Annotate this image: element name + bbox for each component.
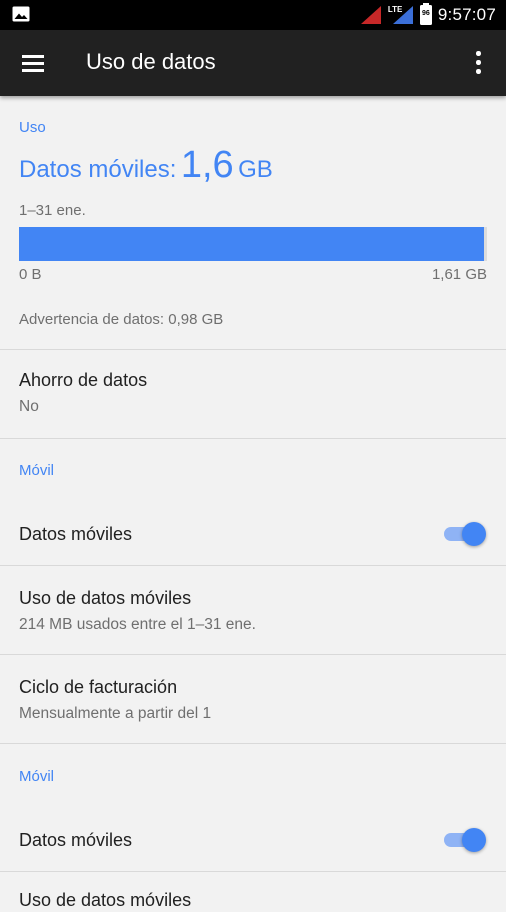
usage-label: Datos móviles: (19, 156, 177, 183)
usage-bar-fill (19, 227, 485, 261)
more-options-icon[interactable] (466, 50, 490, 76)
billing-cycle-title: Ciclo de facturación (19, 677, 178, 697)
section-header-mobile: Móvil (19, 462, 55, 479)
billing-cycle-item[interactable]: Ciclo de facturación Mensualmente a part… (0, 655, 506, 743)
usage-bar-min: 0 B (19, 266, 42, 283)
mobile-data-label: Datos móviles (19, 524, 133, 544)
page-title: Uso de datos (86, 49, 216, 74)
mobile-data-usage-title: Uso de datos móviles (19, 588, 192, 608)
mobile-data-usage-item[interactable]: Uso de datos móviles (0, 872, 506, 912)
data-saver-item[interactable]: Ahorro de datos No (0, 350, 506, 438)
status-bar: LTE 96 9:57:07 (0, 0, 506, 30)
data-saver-value: No (19, 398, 39, 415)
mobile-data-switch[interactable] (442, 522, 486, 546)
usage-unit: GB (238, 156, 273, 183)
divider (0, 438, 506, 439)
data-saver-title: Ahorro de datos (19, 370, 148, 390)
mobile-data-switch[interactable] (442, 828, 486, 852)
battery-level: 96 (421, 10, 430, 17)
usage-summary: Datos móviles: 1,6 GB (19, 144, 273, 187)
mobile-data-toggle-row[interactable]: Datos móviles (0, 810, 506, 870)
section-header-mobile: Móvil (19, 768, 55, 785)
mobile-data-usage-title: Uso de datos móviles (19, 890, 192, 910)
clock: 9:57:07 (437, 5, 496, 24)
image-notification-icon (12, 6, 30, 22)
divider (0, 743, 506, 744)
mobile-data-label: Datos móviles (19, 830, 133, 850)
mobile-data-usage-subtitle: 214 MB usados entre el 1–31 ene. (19, 616, 256, 633)
menu-icon[interactable] (22, 51, 46, 75)
data-warning: Advertencia de datos: 0,98 GB (19, 311, 224, 328)
signal-sim1-icon (360, 6, 381, 24)
network-type-label: LTE (387, 5, 403, 14)
section-header-usage: Uso (19, 119, 46, 136)
mobile-data-toggle-row[interactable]: Datos móviles (0, 504, 506, 564)
battery-icon: 96 (419, 3, 432, 25)
usage-amount: 1,6 (180, 144, 234, 186)
app-toolbar: Uso de datos (0, 30, 506, 96)
usage-bar-max: 1,61 GB (431, 266, 487, 283)
usage-period: 1–31 ene. (19, 202, 86, 219)
mobile-data-usage-item[interactable]: Uso de datos móviles 214 MB usados entre… (0, 566, 506, 654)
usage-bar (19, 227, 487, 261)
billing-cycle-subtitle: Mensualmente a partir del 1 (19, 705, 212, 722)
signal-lte-icon: LTE (388, 5, 414, 25)
